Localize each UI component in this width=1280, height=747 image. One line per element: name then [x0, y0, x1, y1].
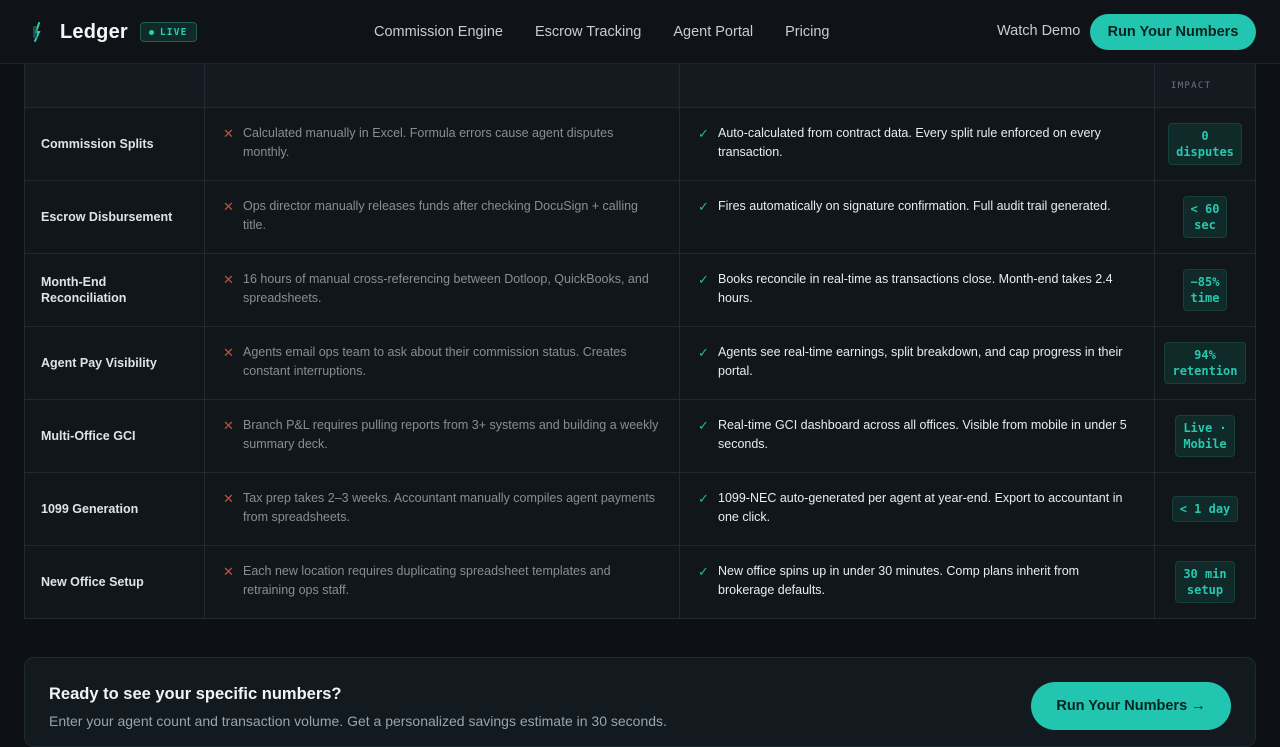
- old-way-text: Each new location requires duplicating s…: [243, 564, 611, 597]
- cta-panel: Ready to see your specific numbers? Ente…: [24, 657, 1256, 747]
- cta-panel-title: Ready to see your specific numbers?: [49, 685, 342, 703]
- live-badge: LIVE: [139, 22, 197, 42]
- check-icon: ✓: [698, 272, 709, 287]
- cross-icon: ✕: [223, 345, 234, 360]
- impact-badge: < 1 day: [1171, 496, 1239, 522]
- cross-icon: ✕: [223, 272, 234, 287]
- watch-demo-link[interactable]: Watch Demo: [997, 23, 1080, 39]
- comparison-table: IMPACT Commission Splits ✕ Calculated man…: [24, 64, 1256, 619]
- table-header-row: IMPACT: [25, 64, 1255, 107]
- top-nav-bar: Ledger LIVE Commission Engine Escrow Tra…: [0, 0, 1280, 64]
- feature-name: Multi-Office GCI: [41, 429, 136, 443]
- table-row: Agent Pay Visibility ✕ Agents email ops t…: [25, 326, 1255, 399]
- feature-name: New Office Setup: [41, 575, 144, 589]
- table-row: Multi-Office GCI ✕ Branch P&L requires pu…: [25, 399, 1255, 472]
- nav-link-agent-portal[interactable]: Agent Portal: [673, 24, 753, 40]
- check-icon: ✓: [698, 418, 709, 433]
- old-way-text: Calculated manually in Excel. Formula er…: [243, 126, 614, 159]
- table-row: Month-End Reconciliation ✕ 16 hours of ma…: [25, 253, 1255, 326]
- new-way-text: New office spins up in under 30 minutes.…: [718, 564, 1080, 597]
- check-icon: ✓: [698, 491, 709, 506]
- old-way-text: 16 hours of manual cross-referencing bet…: [243, 272, 649, 305]
- ledger-logo-icon: [33, 22, 41, 42]
- cross-icon: ✕: [223, 418, 234, 433]
- header-cell-feature: [25, 64, 205, 107]
- header-cell-old-way: [205, 64, 680, 107]
- cross-icon: ✕: [223, 199, 234, 214]
- old-way-text: Branch P&L requires pulling reports from…: [243, 418, 659, 451]
- run-your-numbers-panel-button[interactable]: Run Your Numbers →: [1031, 682, 1231, 730]
- old-way-text: Agents email ops team to ask about their…: [243, 345, 627, 378]
- nav-link-commission-engine[interactable]: Commission Engine: [374, 24, 503, 40]
- brand-name: Ledger: [60, 20, 128, 43]
- cross-icon: ✕: [223, 491, 234, 506]
- check-icon: ✓: [698, 199, 709, 214]
- impact-badge: < 60 sec: [1182, 196, 1228, 238]
- main-nav: Commission Engine Escrow Tracking Agent …: [374, 0, 829, 64]
- live-badge-label: LIVE: [159, 26, 188, 38]
- feature-name: Month-End Reconciliation: [41, 275, 127, 305]
- feature-name: 1099 Generation: [41, 502, 139, 516]
- run-your-numbers-button[interactable]: Run Your Numbers: [1090, 14, 1256, 50]
- feature-name: Escrow Disbursement: [41, 210, 173, 224]
- check-icon: ✓: [698, 564, 709, 579]
- old-way-text: Tax prep takes 2–3 weeks. Accountant man…: [243, 491, 656, 524]
- brand[interactable]: Ledger LIVE: [30, 0, 197, 64]
- feature-name: Agent Pay Visibility: [41, 356, 157, 370]
- table-row: Escrow Disbursement ✕ Ops director manual…: [25, 180, 1255, 253]
- impact-badge: −85% time: [1182, 269, 1228, 311]
- old-way-text: Ops director manually releases funds aft…: [243, 199, 638, 232]
- new-way-text: Real-time GCI dashboard across all offic…: [718, 418, 1127, 451]
- header-cell-impact: IMPACT: [1155, 64, 1255, 107]
- new-way-text: Agents see real-time earnings, split bre…: [718, 345, 1123, 378]
- new-way-text: 1099-NEC auto-generated per agent at yea…: [718, 491, 1123, 524]
- cross-icon: ✕: [223, 564, 234, 579]
- feature-name: Commission Splits: [41, 137, 154, 151]
- check-icon: ✓: [698, 345, 709, 360]
- table-row: Commission Splits ✕ Calculated manually i…: [25, 107, 1255, 180]
- live-dot-icon: [148, 29, 154, 35]
- table-row: 1099 Generation ✕ Tax prep takes 2–3 week…: [25, 472, 1255, 545]
- impact-badge: 0 disputes: [1168, 123, 1242, 165]
- new-way-text: Auto-calculated from contract data. Ever…: [718, 126, 1101, 159]
- nav-link-escrow-tracking[interactable]: Escrow Tracking: [535, 24, 641, 40]
- check-icon: ✓: [698, 126, 709, 141]
- impact-badge: Live · Mobile: [1175, 415, 1235, 457]
- nav-link-pricing[interactable]: Pricing: [785, 24, 829, 40]
- impact-badge: 94% retention: [1164, 342, 1246, 384]
- header-cell-new-way: [680, 64, 1155, 107]
- impact-badge: 30 min setup: [1175, 561, 1235, 603]
- impact-column-header: IMPACT: [1171, 80, 1212, 91]
- table-row: New Office Setup ✕ Each new location requ…: [25, 545, 1255, 618]
- new-way-text: Books reconcile in real-time as transact…: [718, 272, 1113, 305]
- new-way-text: Fires automatically on signature confirm…: [718, 199, 1111, 213]
- cta-panel-subtitle: Enter your agent count and transaction v…: [49, 713, 667, 729]
- cross-icon: ✕: [223, 126, 234, 141]
